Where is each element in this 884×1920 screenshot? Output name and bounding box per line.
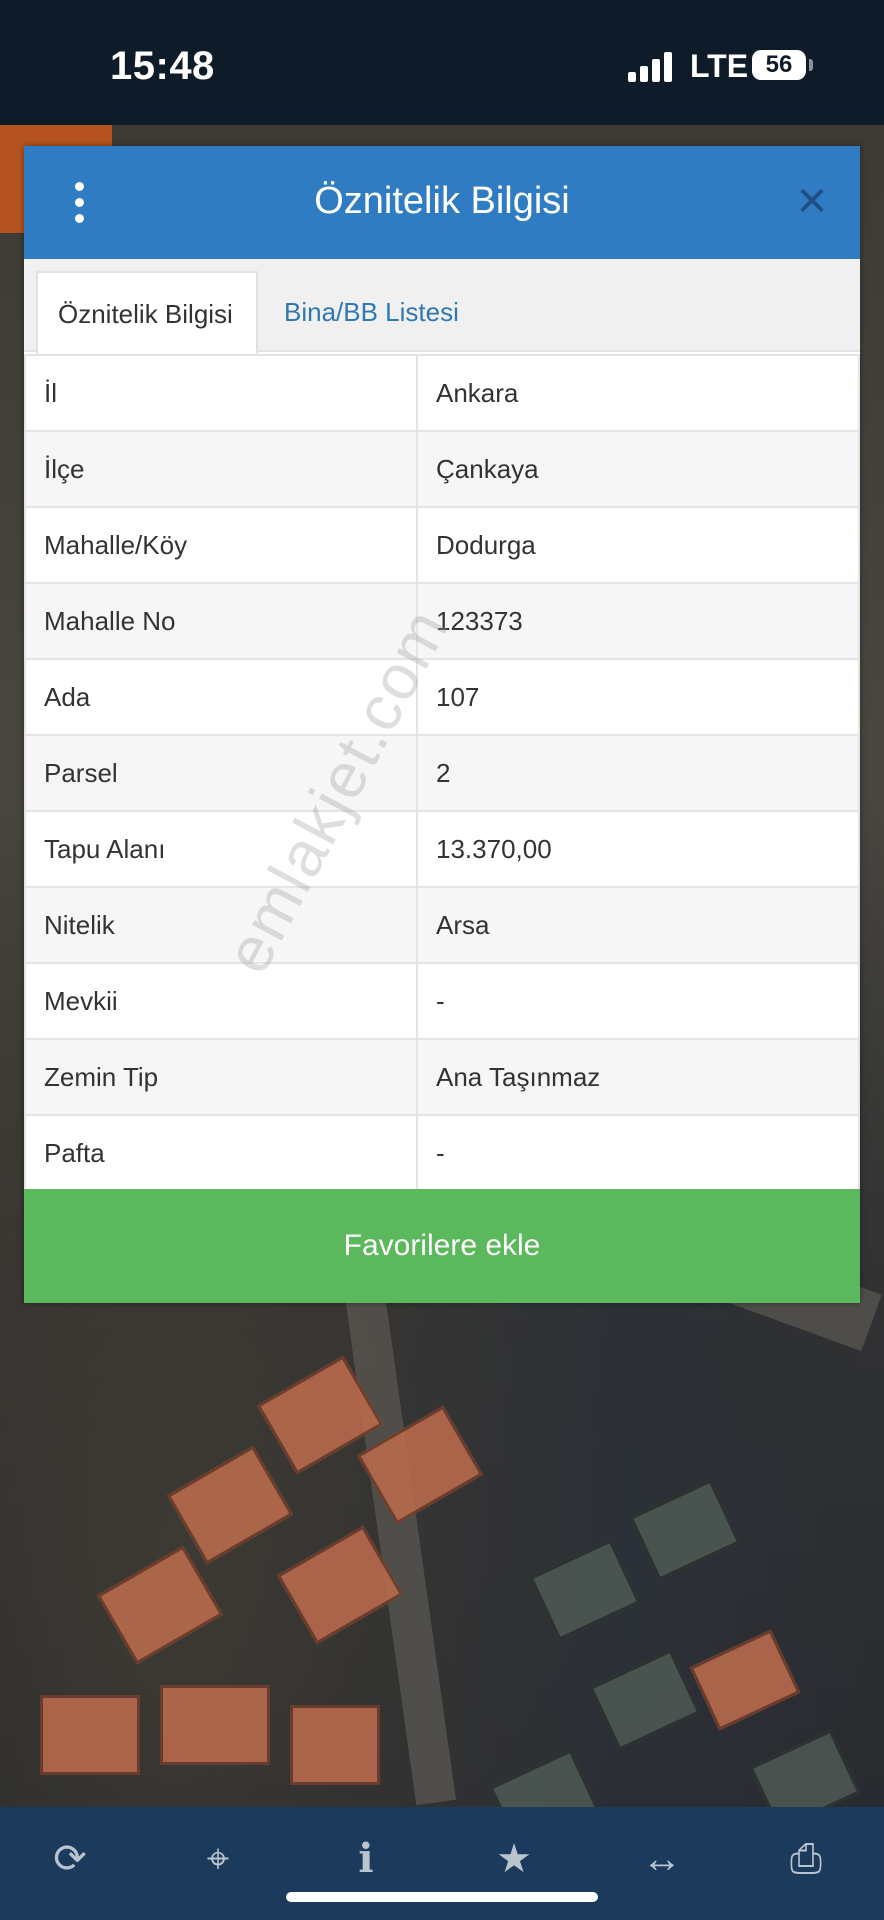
signal-icon	[628, 52, 674, 82]
table-row: Tapu Alanı 13.370,00	[24, 810, 860, 888]
add-favorite-button[interactable]: Favorilere ekle	[24, 1189, 860, 1303]
row-value: Ana Taşınmaz	[416, 1038, 860, 1116]
row-key: Pafta	[24, 1114, 418, 1192]
table-row: Mahalle/Köy Dodurga	[24, 506, 860, 584]
status-bar: 15:48 LTE 56	[0, 0, 884, 125]
table-row: İl Ankara	[24, 354, 860, 432]
row-value: 2	[416, 734, 860, 812]
bottom-toolbar: ⟳ ⌖ i ★ ↔ ⎙	[0, 1807, 884, 1920]
row-key: İl	[24, 354, 418, 432]
refresh-icon[interactable]: ⟳	[40, 1829, 100, 1889]
table-row: Pafta -	[24, 1114, 860, 1192]
locate-icon[interactable]: ⌖	[188, 1829, 248, 1889]
tab-bar: Öznitelik Bilgisi Bina/BB Listesi	[24, 259, 860, 354]
row-key: Mahalle No	[24, 582, 418, 660]
row-value: Arsa	[416, 886, 860, 964]
row-value: Ankara	[416, 354, 860, 432]
table-row: Mevkii -	[24, 962, 860, 1040]
row-key: Mahalle/Köy	[24, 506, 418, 584]
dialog-title: Öznitelik Bilgisi	[314, 180, 570, 222]
attribute-table: İl Ankara İlçe Çankaya Mahalle/Köy Dodur…	[24, 354, 860, 1192]
table-row: Nitelik Arsa	[24, 886, 860, 964]
star-icon[interactable]: ★	[484, 1829, 544, 1889]
network-type: LTE	[690, 48, 749, 84]
close-icon[interactable]: ✕	[792, 182, 832, 222]
dialog-header: Öznitelik Bilgisi ✕	[24, 146, 860, 259]
row-value: 123373	[416, 582, 860, 660]
row-key: Mevkii	[24, 962, 418, 1040]
row-value: -	[416, 962, 860, 1040]
row-value: 107	[416, 658, 860, 736]
info-icon[interactable]: i	[336, 1829, 396, 1889]
measure-icon[interactable]: ↔	[632, 1829, 692, 1889]
row-value: Dodurga	[416, 506, 860, 584]
attribute-dialog: Öznitelik Bilgisi ✕ Öznitelik Bilgisi Bi…	[24, 146, 860, 1303]
print-icon[interactable]: ⎙	[776, 1829, 836, 1889]
table-row: İlçe Çankaya	[24, 430, 860, 508]
row-key: İlçe	[24, 430, 418, 508]
row-value: Çankaya	[416, 430, 860, 508]
row-key: Zemin Tip	[24, 1038, 418, 1116]
status-time: 15:48	[110, 44, 215, 88]
battery-tip	[809, 59, 813, 71]
tab-attribute-info[interactable]: Öznitelik Bilgisi	[36, 271, 258, 354]
battery-icon: 56	[752, 50, 806, 80]
tab-building-list[interactable]: Bina/BB Listesi	[264, 271, 479, 354]
home-indicator	[286, 1892, 598, 1902]
table-row: Zemin Tip Ana Taşınmaz	[24, 1038, 860, 1116]
table-row: Parsel 2	[24, 734, 860, 812]
row-value: 13.370,00	[416, 810, 860, 888]
row-value: -	[416, 1114, 860, 1192]
